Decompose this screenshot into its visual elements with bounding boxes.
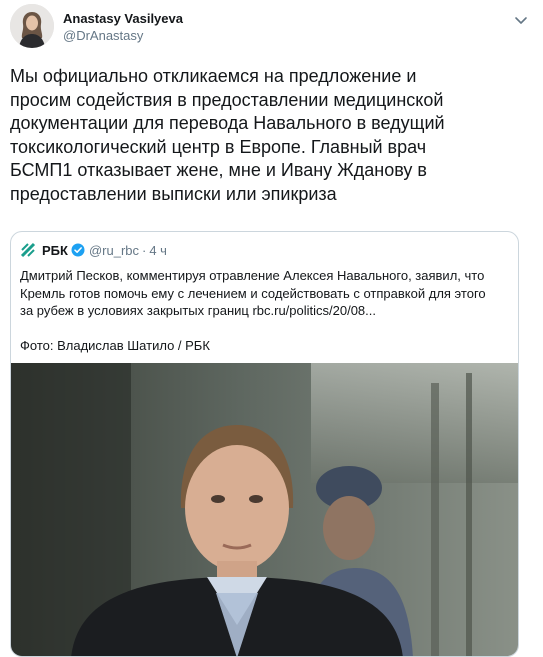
quoted-tweet-photo[interactable]	[11, 363, 518, 656]
verified-badge-icon	[71, 243, 85, 257]
quoted-author-name[interactable]: РБК	[42, 243, 68, 258]
chevron-down-icon[interactable]	[513, 12, 529, 28]
photo-credit: Фото: Владислав Шатило / РБК	[20, 338, 210, 353]
quoted-tweet-text: Дмитрий Песков, комментируя отравление А…	[20, 268, 486, 318]
quoted-tweet-header: РБК @ru_rbc · 4 ч	[20, 241, 167, 259]
rbc-logo-icon	[20, 242, 36, 258]
quoted-author-handle[interactable]: @ru_rbc	[89, 243, 139, 258]
tweet-text: Мы официально откликаемся на предложение…	[10, 66, 445, 204]
separator-dot: ·	[142, 242, 147, 258]
author-handle[interactable]: @DrAnastasy	[63, 28, 143, 43]
author-name[interactable]: Anastasy Vasilyeva	[63, 11, 183, 26]
quoted-timestamp[interactable]: 4 ч	[149, 243, 167, 258]
tweet: Anastasy Vasilyeva @DrAnastasy Мы официа…	[0, 0, 543, 657]
quoted-tweet[interactable]: РБК @ru_rbc · 4 ч Дмитрий Песков, коммен…	[10, 231, 519, 657]
avatar[interactable]	[10, 4, 54, 48]
